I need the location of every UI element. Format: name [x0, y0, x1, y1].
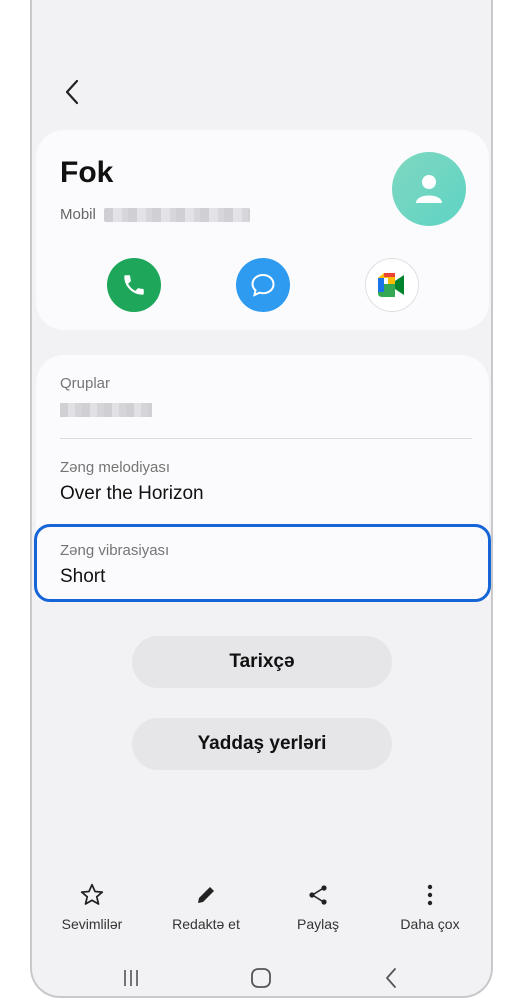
contact-name: Fok: [60, 156, 114, 189]
back-icon: [65, 79, 79, 105]
recents-icon: [124, 970, 138, 986]
avatar[interactable]: [392, 152, 466, 226]
more-label: Daha çox: [400, 916, 460, 932]
ringtone-value[interactable]: Over the Horizon: [60, 483, 204, 505]
system-nav-bar: [32, 960, 491, 996]
recents-nav-button[interactable]: [116, 964, 146, 992]
video-meet-icon: [378, 273, 404, 297]
phone-screen: Fok Mobil Qruplar Zəng melodiyası Over t…: [30, 0, 493, 998]
ringtone-label: Zəng melodiyası: [60, 459, 171, 476]
nav-back-icon: [386, 968, 396, 988]
more-button[interactable]: Daha çox: [380, 880, 480, 932]
back-nav-button[interactable]: [376, 964, 406, 992]
home-icon: [251, 968, 271, 988]
contact-card: Fok Mobil: [36, 130, 489, 330]
share-label: Paylaş: [296, 916, 340, 932]
storage-locations-button[interactable]: Yaddaş yerləri: [132, 718, 392, 770]
bottom-action-bar: Sevimlilər Redaktə et Paylaş Daha çox: [32, 880, 491, 950]
back-button[interactable]: [58, 78, 86, 106]
edit-button[interactable]: Redaktə et: [156, 880, 256, 932]
star-icon: [80, 883, 104, 905]
pencil-icon: [198, 887, 214, 903]
phone-number-redacted: [103, 207, 250, 222]
share-button[interactable]: Paylaş: [268, 880, 368, 932]
message-icon: [251, 273, 275, 297]
vibration-row-highlight[interactable]: [34, 524, 491, 602]
home-nav-button[interactable]: [246, 964, 276, 992]
person-icon: [416, 175, 442, 203]
phone-icon: [124, 275, 144, 295]
message-button[interactable]: [236, 258, 290, 312]
groups-label: Qruplar: [60, 375, 111, 392]
phone-type-label: Mobil: [60, 206, 96, 223]
history-button[interactable]: Tarixçə: [132, 636, 392, 688]
video-meet-button[interactable]: [365, 258, 419, 312]
favorites-button[interactable]: Sevimlilər: [42, 880, 142, 932]
call-button[interactable]: [107, 258, 161, 312]
edit-label: Redaktə et: [172, 916, 240, 932]
share-icon: [309, 885, 327, 905]
favorites-label: Sevimlilər: [61, 916, 123, 932]
groups-value-redacted[interactable]: [60, 403, 152, 417]
more-vert-icon: [427, 884, 433, 906]
divider: [60, 438, 472, 439]
contact-phone-row[interactable]: Mobil: [60, 206, 250, 223]
